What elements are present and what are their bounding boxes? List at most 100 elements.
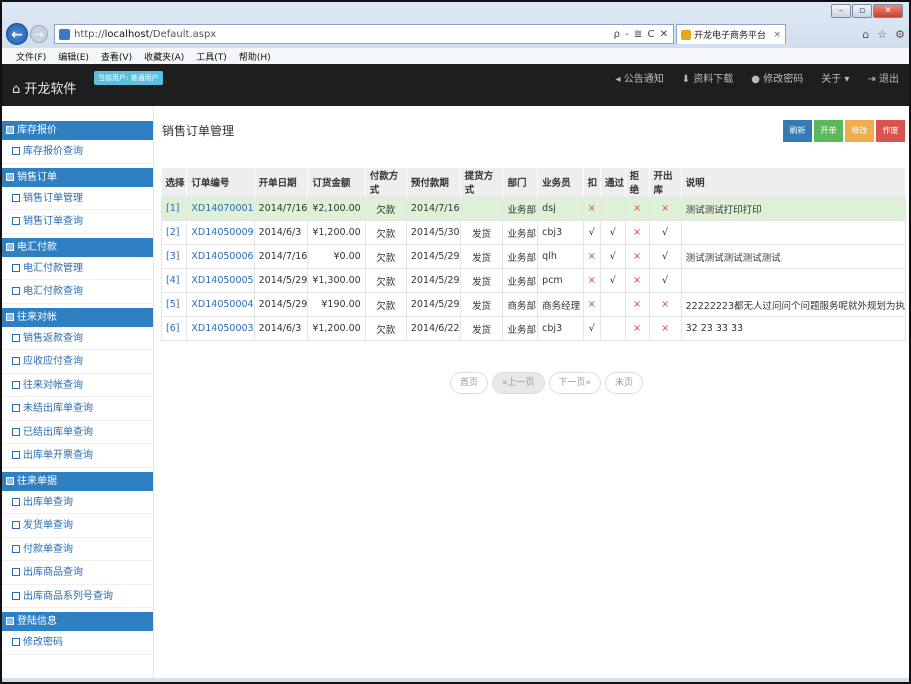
nav-logout[interactable]: ⇥ 退出 (867, 70, 899, 85)
table-row[interactable]: [2] XD14050009 2014/6/3 ¥1,200.00 欠款 201… (160, 220, 907, 245)
tab-close-icon[interactable]: × (773, 30, 781, 40)
cell-reject: × (624, 316, 650, 341)
cell-note: 测试测试测试测试测试 (680, 244, 907, 269)
new-order-button[interactable]: 开单 (814, 120, 843, 142)
row-select[interactable]: [6] (160, 316, 188, 341)
table-row[interactable]: [1] XD14070001 2014/7/16 ¥2,100.00 欠款 20… (160, 196, 907, 221)
menu-view[interactable]: 查看(V) (101, 50, 132, 63)
browser-menubar: 文件(F) 编辑(E) 查看(V) 收藏夹(A) 工具(T) 帮助(H) (2, 48, 909, 64)
sidebar-group-label: 库存报价 (17, 125, 57, 136)
menu-edit[interactable]: 编辑(E) (58, 50, 89, 63)
screen-frame: – ▫ ✕ ← → http://localhost/Default.aspx … (0, 0, 911, 684)
prev-page-button[interactable]: «上一页 (492, 372, 545, 394)
sidebar-item-outbound-serial[interactable]: 出库商品系列号查询 (2, 585, 153, 608)
back-arrow-icon[interactable]: ← (6, 23, 28, 45)
sidebar-group-login-info[interactable]: 登陆信息 (2, 612, 153, 631)
sidebar-item-receivable-payable[interactable]: 应收应付查询 (2, 350, 153, 374)
row-select[interactable]: [5] (160, 292, 188, 317)
next-page-button[interactable]: 下一页» (548, 372, 602, 394)
cell-amount: ¥1,200.00 (307, 316, 366, 341)
sidebar-group-reconciliation[interactable]: 往来对帐 (2, 307, 153, 327)
order-no-link[interactable]: XD14050004 (186, 292, 255, 317)
void-button[interactable]: 作废 (876, 120, 905, 142)
minimize-button[interactable]: – (831, 4, 851, 18)
cell-note: 测试测试打印打印 (680, 196, 907, 221)
row-select[interactable]: [2] (160, 220, 188, 245)
nav-change-password[interactable]: ● 修改密码 (751, 70, 803, 85)
sidebar-item-change-password[interactable]: 修改密码 (2, 631, 153, 655)
col-reject: 拒绝 (625, 168, 650, 197)
sidebar-item-sales-order-manage[interactable]: 销售订单管理 (2, 187, 153, 210)
sidebar-item-reconciliation-query[interactable]: 往来对帐查询 (2, 374, 153, 397)
order-no-link[interactable]: XD14050009 (186, 220, 255, 245)
tab-favicon-icon (681, 29, 691, 40)
cell-pay: 欠款 (364, 268, 407, 293)
close-window-button[interactable]: ✕ (873, 4, 903, 18)
sidebar-item-unsettled-outbound[interactable]: 未结出库单查询 (2, 397, 153, 421)
cell-note (680, 220, 907, 245)
sidebar-item-outbound-goods[interactable]: 出库商品查询 (2, 561, 153, 585)
row-select[interactable]: [4] (160, 268, 188, 293)
cell-pay: 欠款 (364, 316, 407, 341)
cell-ship: 发货 (459, 316, 504, 341)
address-bar[interactable]: http://localhost/Default.aspx ρ - ≣ C ✕ (54, 24, 674, 44)
sidebar-item-inventory-quote[interactable]: 库存报价查询 (2, 140, 153, 164)
address-controls[interactable]: ρ - ≣ C ✕ (614, 29, 669, 40)
order-no-link[interactable]: XD14050006 (186, 244, 255, 269)
menu-favorites[interactable]: 收藏夹(A) (144, 50, 184, 63)
list-icon (12, 333, 20, 342)
nav-announcements[interactable]: ◂ 公告通知 (616, 70, 664, 85)
nav-about[interactable]: 关于 ▾ (821, 70, 849, 85)
brand[interactable]: ⌂ 开龙软件 (12, 78, 76, 97)
cell-out: √ (648, 220, 682, 245)
cell-kou: × (582, 244, 601, 269)
cell-due: 2014/5/29 (405, 292, 461, 317)
row-select[interactable]: [3] (160, 244, 188, 269)
table-row[interactable]: [6] XD14050003 2014/6/3 ¥1,200.00 欠款 201… (160, 316, 907, 341)
cell-out: × (648, 196, 682, 221)
forward-arrow-icon[interactable]: → (30, 25, 48, 43)
nav-downloads[interactable]: ⬇ 资料下载 (682, 70, 734, 85)
sidebar-group-wire-payment[interactable]: 电汇付款 (2, 237, 153, 257)
cell-rep: qlh (537, 244, 584, 269)
menu-file[interactable]: 文件(F) (16, 50, 46, 63)
home-icon[interactable]: ⌂ (862, 28, 869, 41)
cell-out: × (648, 292, 682, 317)
sidebar-item-outbound-invoice[interactable]: 出库单开票查询 (2, 444, 153, 468)
browser-tab[interactable]: 开龙电子商务平台 × (676, 24, 786, 44)
sidebar-item-wire-payment-query[interactable]: 电汇付款查询 (2, 280, 153, 304)
sidebar-group-inventory[interactable]: 库存报价 (2, 121, 153, 140)
table-row[interactable]: [4] XD14050005 2014/5/29 ¥1,300.00 欠款 20… (160, 268, 907, 293)
edit-button[interactable]: 修改 (845, 120, 874, 142)
maximize-button[interactable]: ▫ (852, 4, 872, 18)
table-row[interactable]: [3] XD14050006 2014/7/16 ¥0.00 欠款 2014/5… (160, 244, 907, 269)
order-no-link[interactable]: XD14070001 (186, 196, 255, 221)
sidebar-item-wire-payment-manage[interactable]: 电汇付款管理 (2, 257, 153, 280)
settings-gear-icon[interactable]: ⚙ (895, 28, 905, 41)
menu-tools[interactable]: 工具(T) (196, 50, 227, 63)
cell-pay: 欠款 (364, 196, 407, 221)
row-select[interactable]: [1] (160, 196, 188, 221)
menu-help[interactable]: 帮助(H) (239, 50, 271, 63)
folder-icon (6, 476, 14, 485)
order-no-link[interactable]: XD14050005 (186, 268, 255, 293)
sidebar-item-outbound-query[interactable]: 出库单查询 (2, 491, 153, 514)
sidebar-item-payment-query[interactable]: 付款单查询 (2, 538, 153, 561)
last-page-button[interactable]: 末页 (605, 372, 644, 394)
sidebar-item-shipment-query[interactable]: 发货单查询 (2, 514, 153, 538)
sidebar-group-label: 电汇付款 (17, 241, 57, 253)
refresh-button[interactable]: 刷新 (783, 120, 812, 142)
brand-name: 开龙软件 (24, 82, 77, 97)
first-page-button[interactable]: 首页 (450, 372, 489, 394)
sidebar-item-settled-outbound[interactable]: 已结出库单查询 (2, 421, 153, 444)
sidebar-group-sales-order[interactable]: 销售订单 (2, 167, 153, 187)
sidebar-group-documents[interactable]: 往来单据 (2, 471, 153, 491)
order-no-link[interactable]: XD14050003 (186, 316, 255, 341)
cell-reject: × (624, 196, 650, 221)
sidebar-item-sales-rebate[interactable]: 销售返款查询 (2, 327, 153, 350)
favorites-star-icon[interactable]: ☆ (877, 28, 887, 41)
sidebar-item-label: 销售订单管理 (23, 192, 83, 204)
sidebar-item-sales-order-query[interactable]: 销售订单查询 (2, 210, 153, 234)
table-row[interactable]: [5] XD14050004 2014/5/29 ¥190.00 欠款 2014… (160, 292, 907, 317)
table-header-row: 选择 订单编号 开单日期 订货金额 付款方式 预付款期 提货方式 部门 业务员 … (161, 168, 907, 197)
